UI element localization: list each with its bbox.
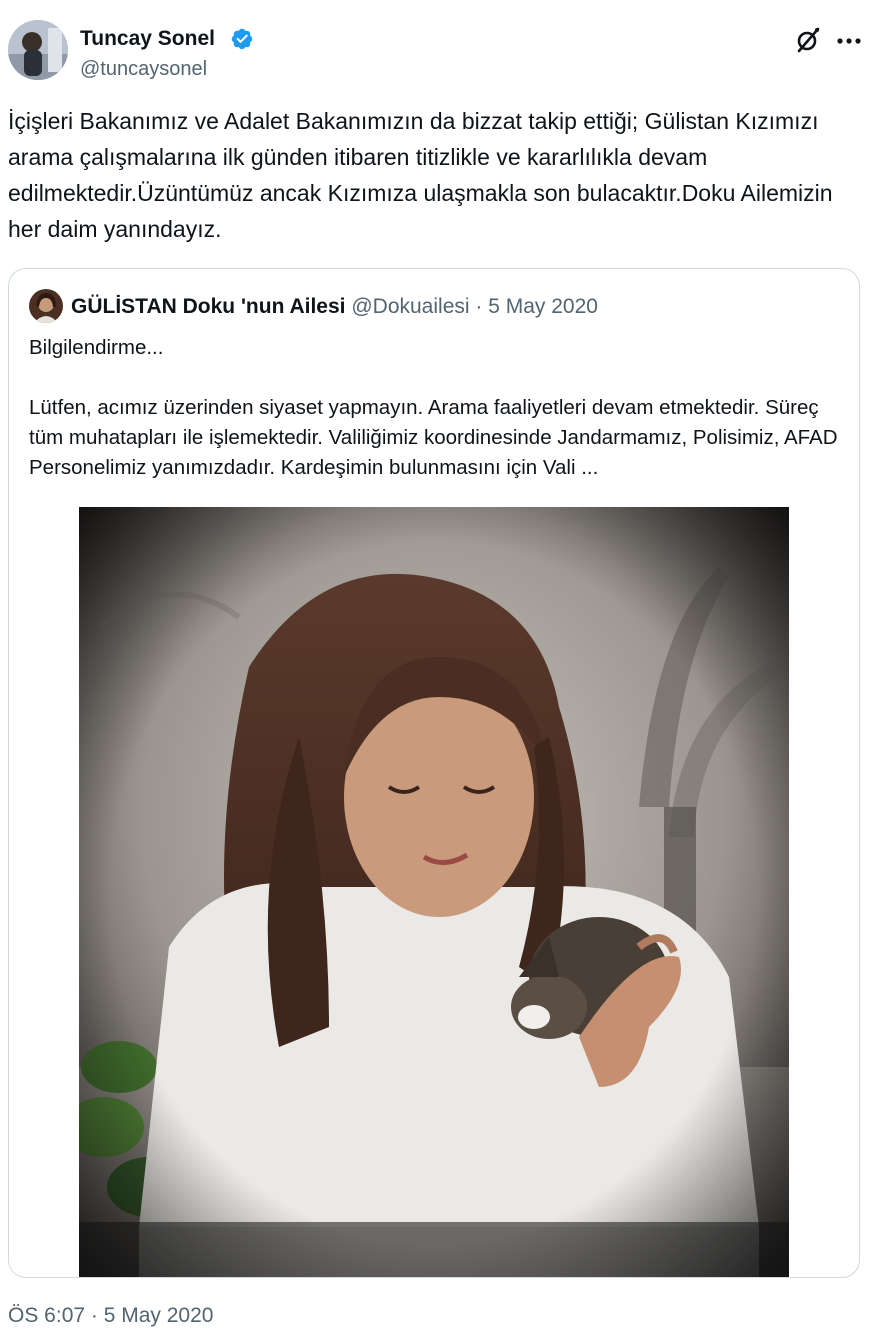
meta-separator: · (469, 295, 489, 318)
author-handle[interactable]: @tuncaysonel (80, 58, 207, 81)
quoted-photo[interactable] (79, 507, 789, 1277)
tweet-header: Tuncay Sonel @tuncaysonel (8, 20, 872, 84)
quoted-text-body: Lütfen, acımız üzerinden siyaset yapmayı… (29, 396, 838, 479)
quoted-tweet[interactable]: GÜLİSTAN Doku 'nun Ailesi @Dokuailesi · … (8, 268, 860, 1278)
quoted-text: Bilgilendirme... Lütfen, acımız üzerinde… (29, 333, 844, 483)
tweet-timestamp[interactable]: ÖS 6:07 · 5 May 2020 (8, 1304, 213, 1328)
quoted-author-avatar[interactable] (29, 289, 63, 323)
quoted-author-handle[interactable]: @Dokuailesi (351, 295, 469, 318)
grok-icon[interactable] (794, 26, 822, 54)
author-avatar[interactable] (8, 20, 68, 80)
verified-badge-icon (231, 28, 253, 50)
tweet-text: İçişleri Bakanımız ve Adalet Bakanımızın… (8, 108, 833, 242)
quoted-author-name[interactable]: GÜLİSTAN Doku 'nun Ailesi (71, 295, 346, 318)
author-name[interactable]: Tuncay Sonel (80, 27, 215, 51)
quoted-header: GÜLİSTAN Doku 'nun Ailesi @Dokuailesi · … (71, 295, 598, 319)
quoted-date[interactable]: 5 May 2020 (488, 295, 598, 318)
more-icon[interactable] (834, 26, 864, 54)
quoted-text-line: Bilgilendirme... (29, 336, 164, 359)
